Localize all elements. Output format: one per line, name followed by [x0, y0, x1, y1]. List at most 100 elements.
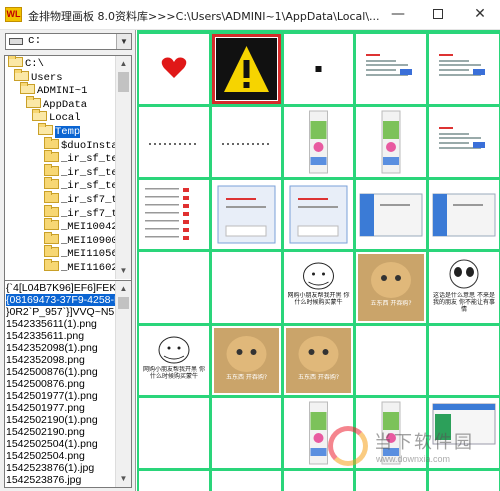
thumbnail-cell[interactable] — [356, 34, 426, 104]
file-list-item[interactable]: 1542501977.png — [6, 402, 115, 414]
file-list-item[interactable]: 1542502190(1).png — [6, 414, 115, 426]
thumbnail-cell[interactable] — [429, 107, 499, 177]
thumbnail-caption: 五东西 开吞购? — [297, 374, 340, 381]
thumbnail-image — [212, 471, 281, 491]
thumbnail-image — [217, 185, 276, 244]
dropdown-arrow-icon[interactable]: ▼ — [116, 34, 131, 49]
file-list-item[interactable]: {08169473-37F9-4258-B — [6, 294, 121, 306]
drive-dropdown[interactable]: c: ▼ — [5, 33, 132, 50]
thumbnail-cell[interactable] — [284, 107, 353, 177]
file-list-item[interactable]: 1542335611.png — [6, 330, 115, 342]
thumbnail-cell[interactable] — [212, 252, 281, 323]
scroll-down-icon[interactable]: ▼ — [116, 263, 131, 278]
filelist-scroll-thumb[interactable] — [118, 297, 129, 309]
file-list[interactable]: {`4[L04B7K96]EF6]FEKA {08169473-37F9-4258… — [4, 280, 132, 488]
thumbnail-cell[interactable] — [284, 34, 353, 104]
thumbnail-cell[interactable]: 网购小朋友帮我开黑 你什么时候购买蒙牛 — [139, 326, 209, 395]
folder-icon — [44, 245, 59, 258]
thumbnail-cell[interactable]: 五东西 开吞购? — [212, 326, 281, 395]
scroll-up-icon[interactable]: ▲ — [116, 56, 131, 71]
thumbnail-image — [309, 110, 328, 174]
minimize-button[interactable]: — — [380, 0, 416, 30]
file-list-item[interactable]: 1542502190.png — [6, 426, 115, 438]
file-list-item[interactable]: 1542502504.png — [6, 450, 115, 462]
scroll-up-icon[interactable]: ▲ — [116, 281, 131, 296]
thumbnail-cell[interactable] — [212, 471, 281, 491]
file-list-item[interactable]: 1542500876(1).png — [6, 366, 115, 378]
thumbnail-cell[interactable] — [139, 398, 209, 468]
tree-item[interactable]: _MEI10042 — [44, 218, 118, 233]
thumbnail-cell[interactable]: 这话是什么意思 不来是我的朋友 你不能让有事情 — [429, 252, 499, 323]
thumbnail-cell[interactable] — [212, 107, 281, 177]
thumbnail-cell[interactable] — [429, 34, 499, 104]
thumbnail-cell[interactable] — [139, 180, 209, 249]
thumbnail-image — [315, 66, 322, 72]
tree-item-label: ADMINI~1 — [37, 85, 88, 98]
folder-icon — [44, 177, 59, 190]
maximize-icon — [433, 9, 443, 19]
file-list-item[interactable]: {`4[L04B7K96]EF6]FEKA — [6, 282, 123, 294]
thumbnail-cell[interactable] — [212, 180, 281, 249]
file-list-item[interactable]: 1542501977(1).png — [6, 390, 115, 402]
thumbnail-cell[interactable] — [429, 326, 499, 395]
thumbnail-cell[interactable] — [429, 180, 499, 249]
thumbnail-image — [212, 398, 281, 468]
thumbnail-image — [149, 143, 196, 145]
thumbnail-cell[interactable] — [212, 34, 281, 104]
folder-icon — [44, 136, 59, 149]
file-list-item[interactable]: 1542352098.png — [6, 354, 115, 366]
folder-open-icon — [38, 123, 53, 135]
thumbnail-image — [359, 193, 423, 237]
thumbnail-image — [216, 38, 277, 100]
thumbnail-cell[interactable] — [139, 252, 209, 323]
thumbnail-cell[interactable] — [284, 471, 353, 491]
thumbnail-cell[interactable] — [139, 471, 209, 491]
folder-tree[interactable]: C:\ Users ADMINI~1 AppData Local Temp $duoInst… — [4, 55, 132, 300]
thumbnail-image — [139, 398, 209, 468]
thumbnail-cell[interactable] — [139, 107, 209, 177]
left-panel: c: ▼ C:\ Users ADMINI~1 AppData Local Temp $du… — [0, 30, 136, 491]
thumbnail-cell[interactable] — [139, 34, 209, 104]
thumbnail-image — [366, 54, 412, 76]
tree-scrollbar[interactable]: ▲ ▼ — [115, 56, 131, 279]
close-button[interactable]: ✕ — [462, 0, 498, 30]
folder-open-icon — [32, 109, 47, 122]
thumbnail-cell[interactable] — [429, 471, 499, 491]
thumbnail-cell[interactable] — [356, 471, 426, 491]
drive-icon — [9, 38, 23, 45]
watermark-logo-icon — [328, 426, 368, 466]
thumbnail-image — [439, 54, 485, 76]
thumbnail-cell[interactable] — [284, 180, 353, 249]
folder-open-icon — [8, 56, 23, 67]
file-list-item[interactable]: 1542352098(1).png — [6, 342, 115, 354]
file-list-item[interactable]: 1542523876(1).jpg — [6, 462, 115, 474]
thumbnail-cell[interactable]: 五东西 开吞购? — [284, 326, 353, 395]
thumbnail-cell[interactable]: 五东西 开吞购? — [356, 252, 426, 323]
tree-item[interactable]: _MEI109002 — [44, 231, 124, 247]
tree-item[interactable]: _MEI11602 — [44, 259, 118, 274]
thumbnail-cell[interactable] — [356, 107, 426, 177]
watermark-url: www.downxia.com — [376, 454, 451, 464]
tree-scroll-thumb[interactable] — [118, 72, 129, 92]
maximize-button[interactable] — [420, 0, 456, 30]
watermark: 当下软件园 www.downxia.com — [324, 424, 474, 474]
thumbnail-cell[interactable] — [356, 180, 426, 249]
file-list-item[interactable]: }0R2`P_957`}]VVQ~N5N — [6, 306, 122, 318]
window-title: 金排物理画板 8.0资料库>>>C:\Users\ADMINI~1\AppDat… — [28, 10, 380, 23]
file-list-item[interactable]: 1542523876.jpg — [6, 474, 115, 486]
thumbnail-cell[interactable] — [212, 398, 281, 468]
filelist-scrollbar[interactable]: ▲ ▼ — [115, 281, 131, 487]
scroll-down-icon[interactable]: ▼ — [116, 471, 131, 486]
thumbnail-image — [161, 57, 187, 78]
thumbnail-cell[interactable]: 网购小朋友帮我开黑 你什么时候购买蒙牛 — [284, 252, 353, 323]
folder-icon — [44, 150, 59, 163]
file-list-item[interactable]: 1542500876.png — [6, 378, 115, 390]
thumbnail-image — [439, 127, 485, 149]
thumbnail-image — [289, 185, 348, 244]
file-list-item[interactable]: 1542335611(1).png — [6, 318, 115, 330]
file-list-item[interactable]: 1542502504(1).png — [6, 438, 115, 450]
tree-item[interactable]: _MEI110562 — [44, 245, 124, 260]
thumbnail-caption: 网购小朋友帮我开黑 你什么时候购买蒙牛 — [143, 366, 205, 380]
folder-open-icon — [14, 68, 29, 81]
thumbnail-cell[interactable] — [356, 326, 426, 395]
